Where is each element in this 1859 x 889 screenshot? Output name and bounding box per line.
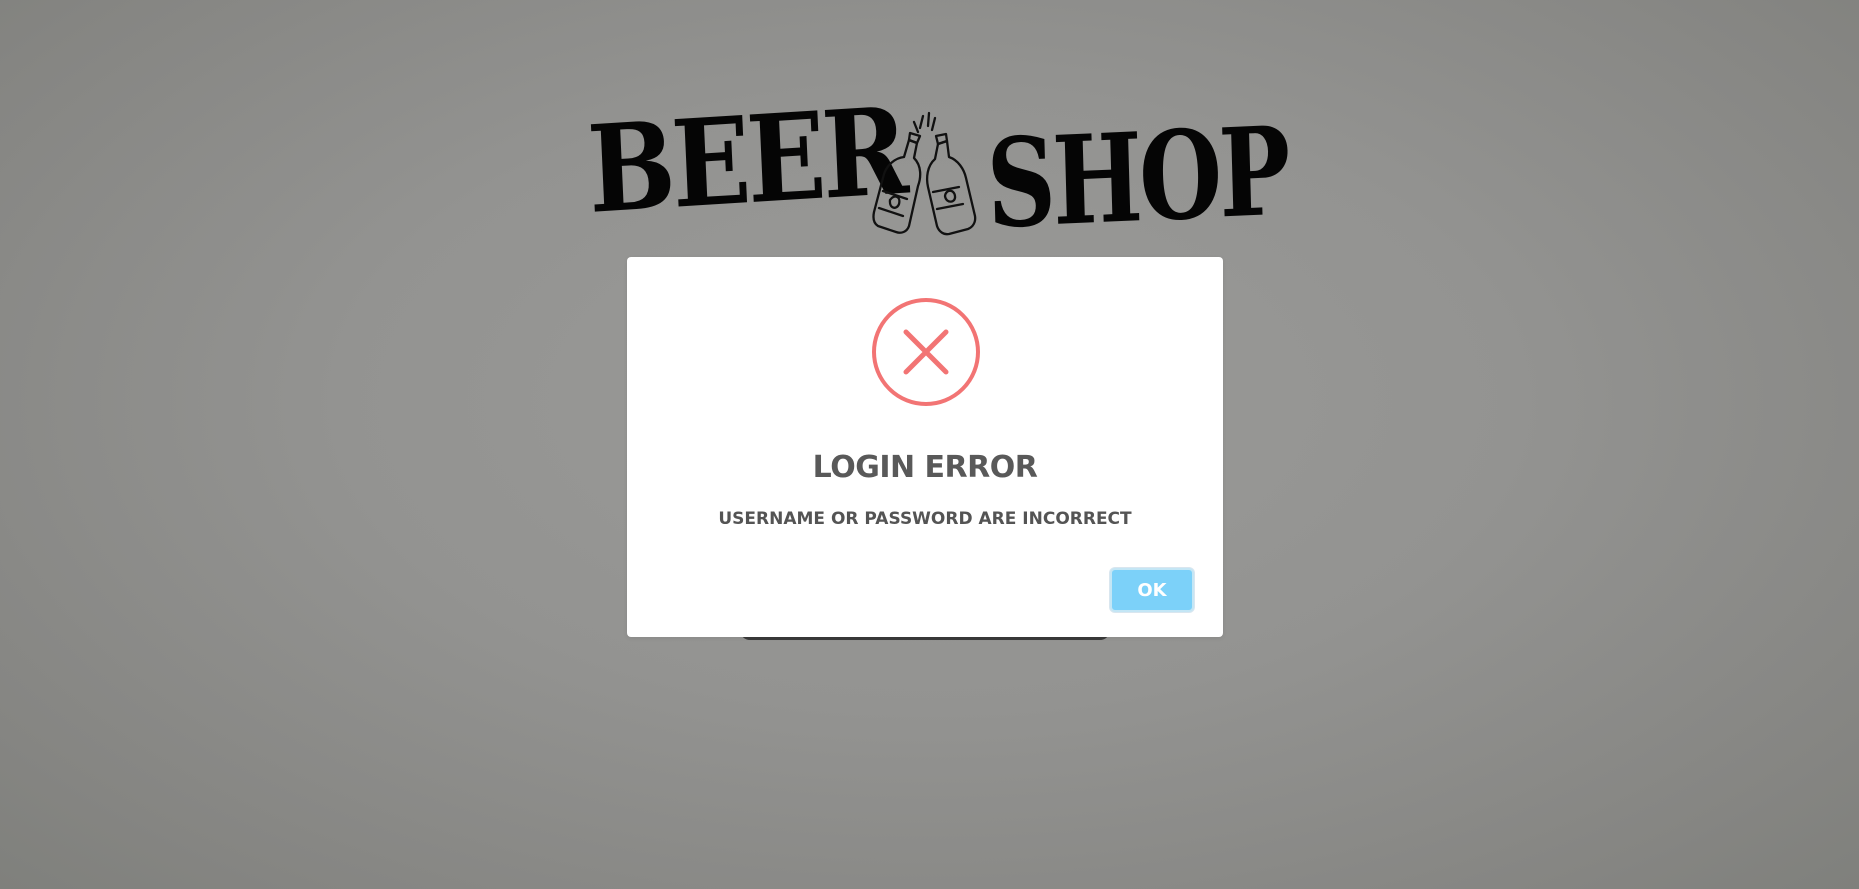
error-x-icon (871, 297, 981, 407)
dialog-message: USERNAME OR PASSWORD ARE INCORRECT (718, 509, 1132, 529)
login-error-dialog: LOGIN ERROR USERNAME OR PASSWORD ARE INC… (627, 257, 1223, 637)
ok-button[interactable]: OK (1110, 568, 1194, 612)
beer-bottles-icon (865, 108, 985, 258)
beer-shop-logo: BEER SHOP (585, 81, 1289, 270)
logo-word-shop: SHOP (985, 98, 1290, 256)
dialog-title: LOGIN ERROR (812, 450, 1038, 485)
logo-word-beer: BEER (585, 80, 908, 241)
